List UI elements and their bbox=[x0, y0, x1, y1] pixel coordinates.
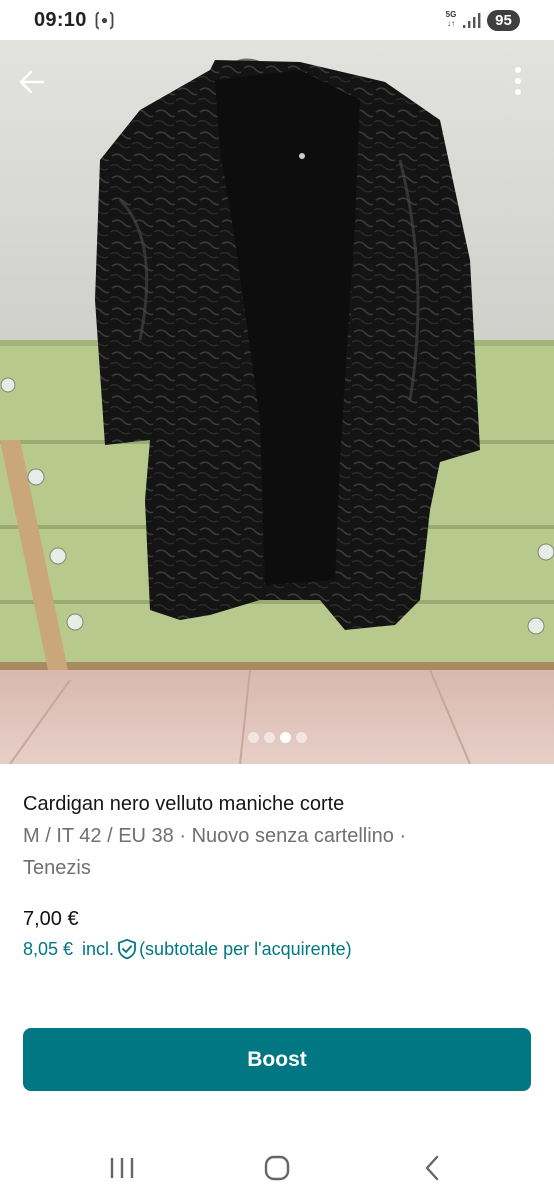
network-type: 5G ↓↑ bbox=[444, 10, 458, 28]
item-meta: M / IT 42 / EU 38 · Nuovo senza cartelli… bbox=[23, 820, 533, 884]
buyer-price-incl: incl. bbox=[82, 938, 115, 959]
system-nav-bar bbox=[0, 1135, 554, 1200]
network-label: 5G bbox=[445, 10, 457, 19]
battery-indicator: 95 bbox=[487, 10, 520, 31]
shield-check-icon bbox=[118, 938, 136, 960]
item-price: 7,00 € bbox=[23, 908, 79, 930]
screen-record-icon bbox=[95, 11, 114, 30]
item-title: Cardigan nero velluto maniche corte bbox=[23, 793, 345, 815]
network-activity: ↓↑ bbox=[447, 19, 455, 28]
buyer-price-info[interactable]: 8,05 € incl. (subtotale per l'acquirente… bbox=[23, 938, 352, 960]
pager-dot[interactable] bbox=[295, 732, 307, 743]
home-icon[interactable] bbox=[262, 1154, 292, 1182]
image-pager bbox=[0, 732, 554, 746]
pager-dot-active[interactable] bbox=[279, 732, 291, 743]
pager-dot[interactable] bbox=[247, 732, 259, 743]
back-icon[interactable] bbox=[418, 1153, 446, 1183]
buyer-price-amount: 8,05 € bbox=[23, 938, 74, 959]
pager-dot[interactable] bbox=[263, 732, 275, 743]
status-time: 09:10 bbox=[34, 9, 87, 31]
product-photo[interactable] bbox=[0, 40, 554, 764]
status-bar: 09:10 5G ↓↑ 95 bbox=[0, 0, 554, 40]
item-details: Cardigan nero velluto maniche corte M / … bbox=[23, 790, 533, 884]
item-brand-link[interactable]: Tenezis bbox=[23, 857, 91, 879]
recent-apps-icon[interactable] bbox=[108, 1155, 136, 1181]
cardigan-image bbox=[0, 40, 554, 764]
more-vert-icon[interactable] bbox=[502, 62, 534, 102]
back-arrow-icon[interactable] bbox=[14, 64, 50, 100]
boost-button[interactable]: Boost bbox=[23, 1028, 531, 1091]
signal-icon bbox=[463, 13, 481, 28]
item-size-condition: M / IT 42 / EU 38 · Nuovo senza cartelli… bbox=[23, 825, 407, 847]
buyer-price-note: (subtotale per l'acquirente) bbox=[139, 938, 352, 959]
